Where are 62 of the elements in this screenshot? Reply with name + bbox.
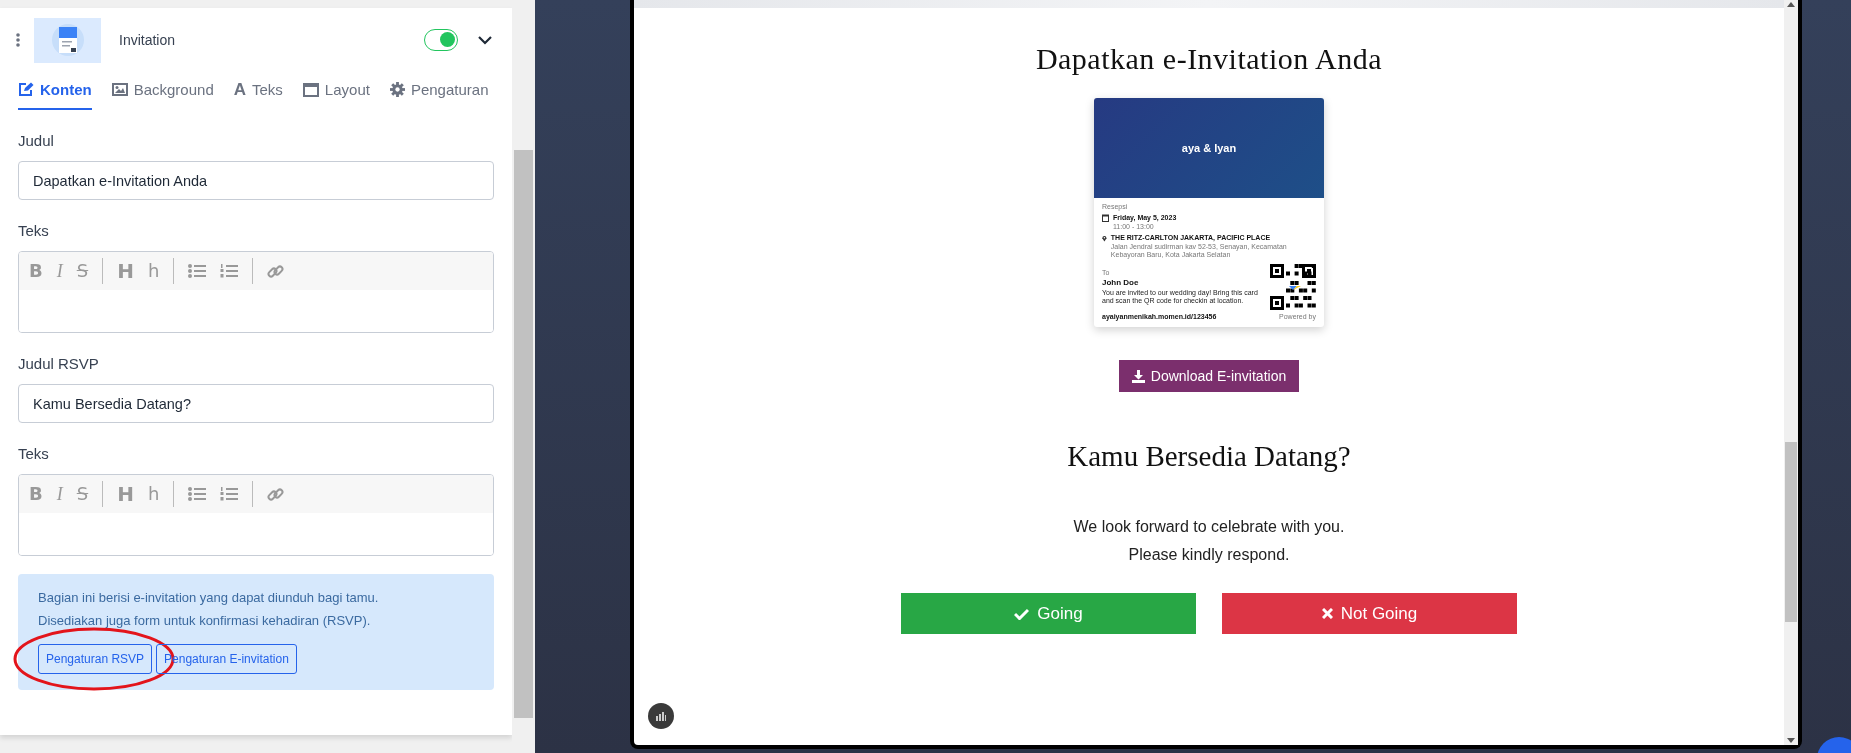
couple-names: aya & Iyan	[1181, 142, 1237, 154]
edit-icon	[18, 82, 34, 97]
scroll-thumb[interactable]	[514, 150, 533, 718]
rich-text-editor[interactable]: B I S H h	[18, 474, 494, 556]
scroll-up-icon[interactable]	[1787, 2, 1795, 7]
scroll-down-icon[interactable]	[1787, 738, 1795, 743]
download-button[interactable]: Download E-invitation	[1118, 360, 1300, 392]
tab[interactable]: Layout	[302, 77, 370, 110]
italic-button[interactable]: I	[56, 485, 63, 503]
numbered-list-icon[interactable]	[220, 487, 239, 501]
qr-code-icon	[1270, 264, 1316, 310]
heading-button[interactable]: H	[117, 484, 134, 504]
subheading-button[interactable]: h	[147, 485, 160, 503]
location-pin-icon	[1102, 234, 1107, 243]
music-button[interactable]	[648, 703, 674, 729]
heading-button[interactable]: H	[117, 261, 134, 281]
rsvp-title: Kamu Bersedia Datang?	[1067, 440, 1351, 473]
strikethrough-button[interactable]: S	[76, 262, 89, 280]
preview-scrollbar[interactable]	[1784, 0, 1798, 745]
bold-button[interactable]: B	[29, 485, 43, 503]
bullet-list-icon[interactable]	[188, 264, 207, 278]
rich-text-editor[interactable]: B I S H h	[18, 251, 494, 333]
field-label: Judul	[18, 132, 55, 149]
tab[interactable]: Konten	[18, 77, 92, 110]
close-icon	[1321, 608, 1333, 619]
window-icon	[302, 82, 319, 97]
bars-icon	[656, 711, 666, 721]
section-title: Invitation	[119, 32, 176, 48]
preview-title: Dapatkan e-Invitation Anda	[1035, 42, 1383, 76]
numbered-list-icon[interactable]	[220, 264, 239, 278]
guest-name: John Doe	[1102, 278, 1140, 288]
text-field[interactable]: Kamu Bersedia Datang?	[18, 384, 494, 423]
tab[interactable]: Background	[111, 77, 214, 110]
drag-handle-icon[interactable]	[16, 33, 20, 47]
document-icon	[50, 23, 85, 57]
check-icon	[1014, 607, 1030, 620]
rsvp-message: We look forward to celebrate with you. Please kindly respond.	[1073, 517, 1345, 565]
gear-icon	[389, 82, 405, 97]
scroll-thumb[interactable]	[1785, 442, 1797, 622]
chevron-icon[interactable]	[478, 35, 492, 45]
strikethrough-button[interactable]: S	[76, 485, 89, 503]
text-field[interactable]: Dapatkan e-Invitation Anda	[18, 161, 494, 200]
link-icon[interactable]	[267, 485, 285, 503]
info-text: Bagian ini berisi e-invitation yang dapat diunduh bagi tamu. Disediakan juga form untuk konfirmasi kehadiran (RSVP).	[38, 589, 380, 630]
settings-button[interactable]: Pengaturan RSVP	[38, 644, 153, 674]
bullet-list-icon[interactable]	[188, 487, 207, 501]
field-label: Judul RSVP	[18, 355, 100, 372]
italic-button[interactable]: I	[56, 262, 63, 280]
bold-button[interactable]: B	[29, 262, 43, 280]
calendar-icon	[1102, 214, 1109, 222]
field-label: Teks	[18, 222, 50, 239]
tab[interactable]: A Teks	[233, 77, 283, 110]
image-icon	[111, 83, 128, 96]
font-icon: A	[233, 81, 246, 98]
download-icon	[1131, 369, 1145, 383]
tab[interactable]: Pengaturan	[389, 77, 489, 110]
link-icon[interactable]	[267, 262, 285, 280]
rsvp-button[interactable]: Not Going	[1222, 593, 1517, 634]
rsvp-button[interactable]: Going	[901, 593, 1196, 634]
subheading-button[interactable]: h	[147, 262, 160, 280]
field-label: Teks	[18, 445, 50, 462]
toggle-switch[interactable]	[424, 29, 458, 51]
